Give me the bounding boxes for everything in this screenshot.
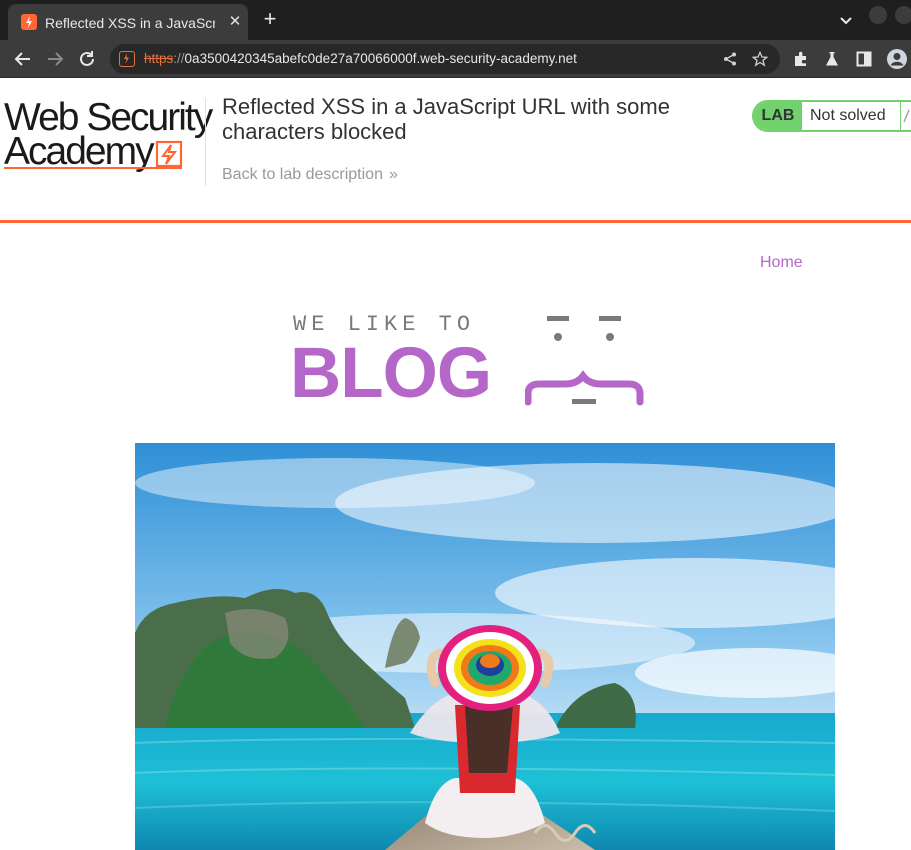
- chevron-down-icon[interactable]: [836, 10, 856, 30]
- nav-home-link[interactable]: Home: [760, 253, 803, 273]
- url-scheme: https: [144, 51, 174, 66]
- logo-underline: [4, 167, 182, 169]
- bolt-icon: [21, 14, 37, 30]
- close-icon[interactable]: ✕: [226, 13, 244, 31]
- web-security-academy-logo[interactable]: Web Security Academy: [4, 96, 213, 196]
- lab-header: Web Security Academy Reflected XSS in a …: [0, 78, 911, 223]
- double-chevron-right-icon: »: [388, 166, 398, 183]
- lab-title: Reflected XSS in a JavaScript URL with s…: [222, 94, 670, 144]
- curly-brace-face-icon: [525, 316, 644, 406]
- header-divider: [205, 98, 206, 186]
- url-separator: ://: [173, 51, 185, 66]
- tab-title: Reflected XSS in a JavaScript URL with s…: [45, 15, 215, 31]
- blog-banner: WE LIKE TO BLOG: [290, 308, 650, 412]
- forward-arrow-icon[interactable]: [44, 48, 66, 70]
- star-icon[interactable]: [752, 51, 768, 67]
- back-to-lab-description-link[interactable]: Back to lab description »: [222, 165, 398, 185]
- site-info-icon[interactable]: [119, 51, 135, 67]
- maximize-button[interactable]: [895, 6, 911, 24]
- flask-icon: [900, 102, 911, 130]
- url-text[interactable]: https://0a3500420345abefc0de27a70066000f…: [144, 50, 577, 68]
- address-bar[interactable]: https://0a3500420345abefc0de27a70066000f…: [110, 44, 780, 74]
- minimize-button[interactable]: [869, 6, 887, 24]
- lab-status-badge: LAB Not solved: [752, 100, 911, 132]
- extensions-icon[interactable]: [792, 50, 810, 68]
- profile-icon[interactable]: [886, 48, 908, 70]
- side-panel-icon[interactable]: [855, 50, 873, 68]
- banner-big-text: BLOG: [290, 334, 492, 413]
- back-arrow-icon[interactable]: [12, 48, 34, 70]
- browser-toolbar: https://0a3500420345abefc0de27a70066000f…: [0, 40, 911, 78]
- url-host: 0a3500420345abefc0de27a70066000f.web-sec…: [184, 51, 577, 66]
- lab-status-text: Not solved: [810, 107, 886, 124]
- lab-badge-label: LAB: [754, 102, 802, 130]
- new-tab-button[interactable]: +: [258, 8, 282, 32]
- browser-tab-bar: Reflected XSS in a JavaScript URL with s…: [0, 0, 911, 40]
- flask-icon[interactable]: [823, 50, 841, 68]
- share-icon[interactable]: [722, 51, 738, 67]
- browser-tab[interactable]: Reflected XSS in a JavaScript URL with s…: [8, 4, 248, 40]
- blog-post-hero-image[interactable]: [135, 443, 835, 850]
- bolt-icon: [155, 140, 183, 168]
- back-link-label: Back to lab description: [222, 166, 383, 183]
- reload-icon[interactable]: [76, 48, 98, 70]
